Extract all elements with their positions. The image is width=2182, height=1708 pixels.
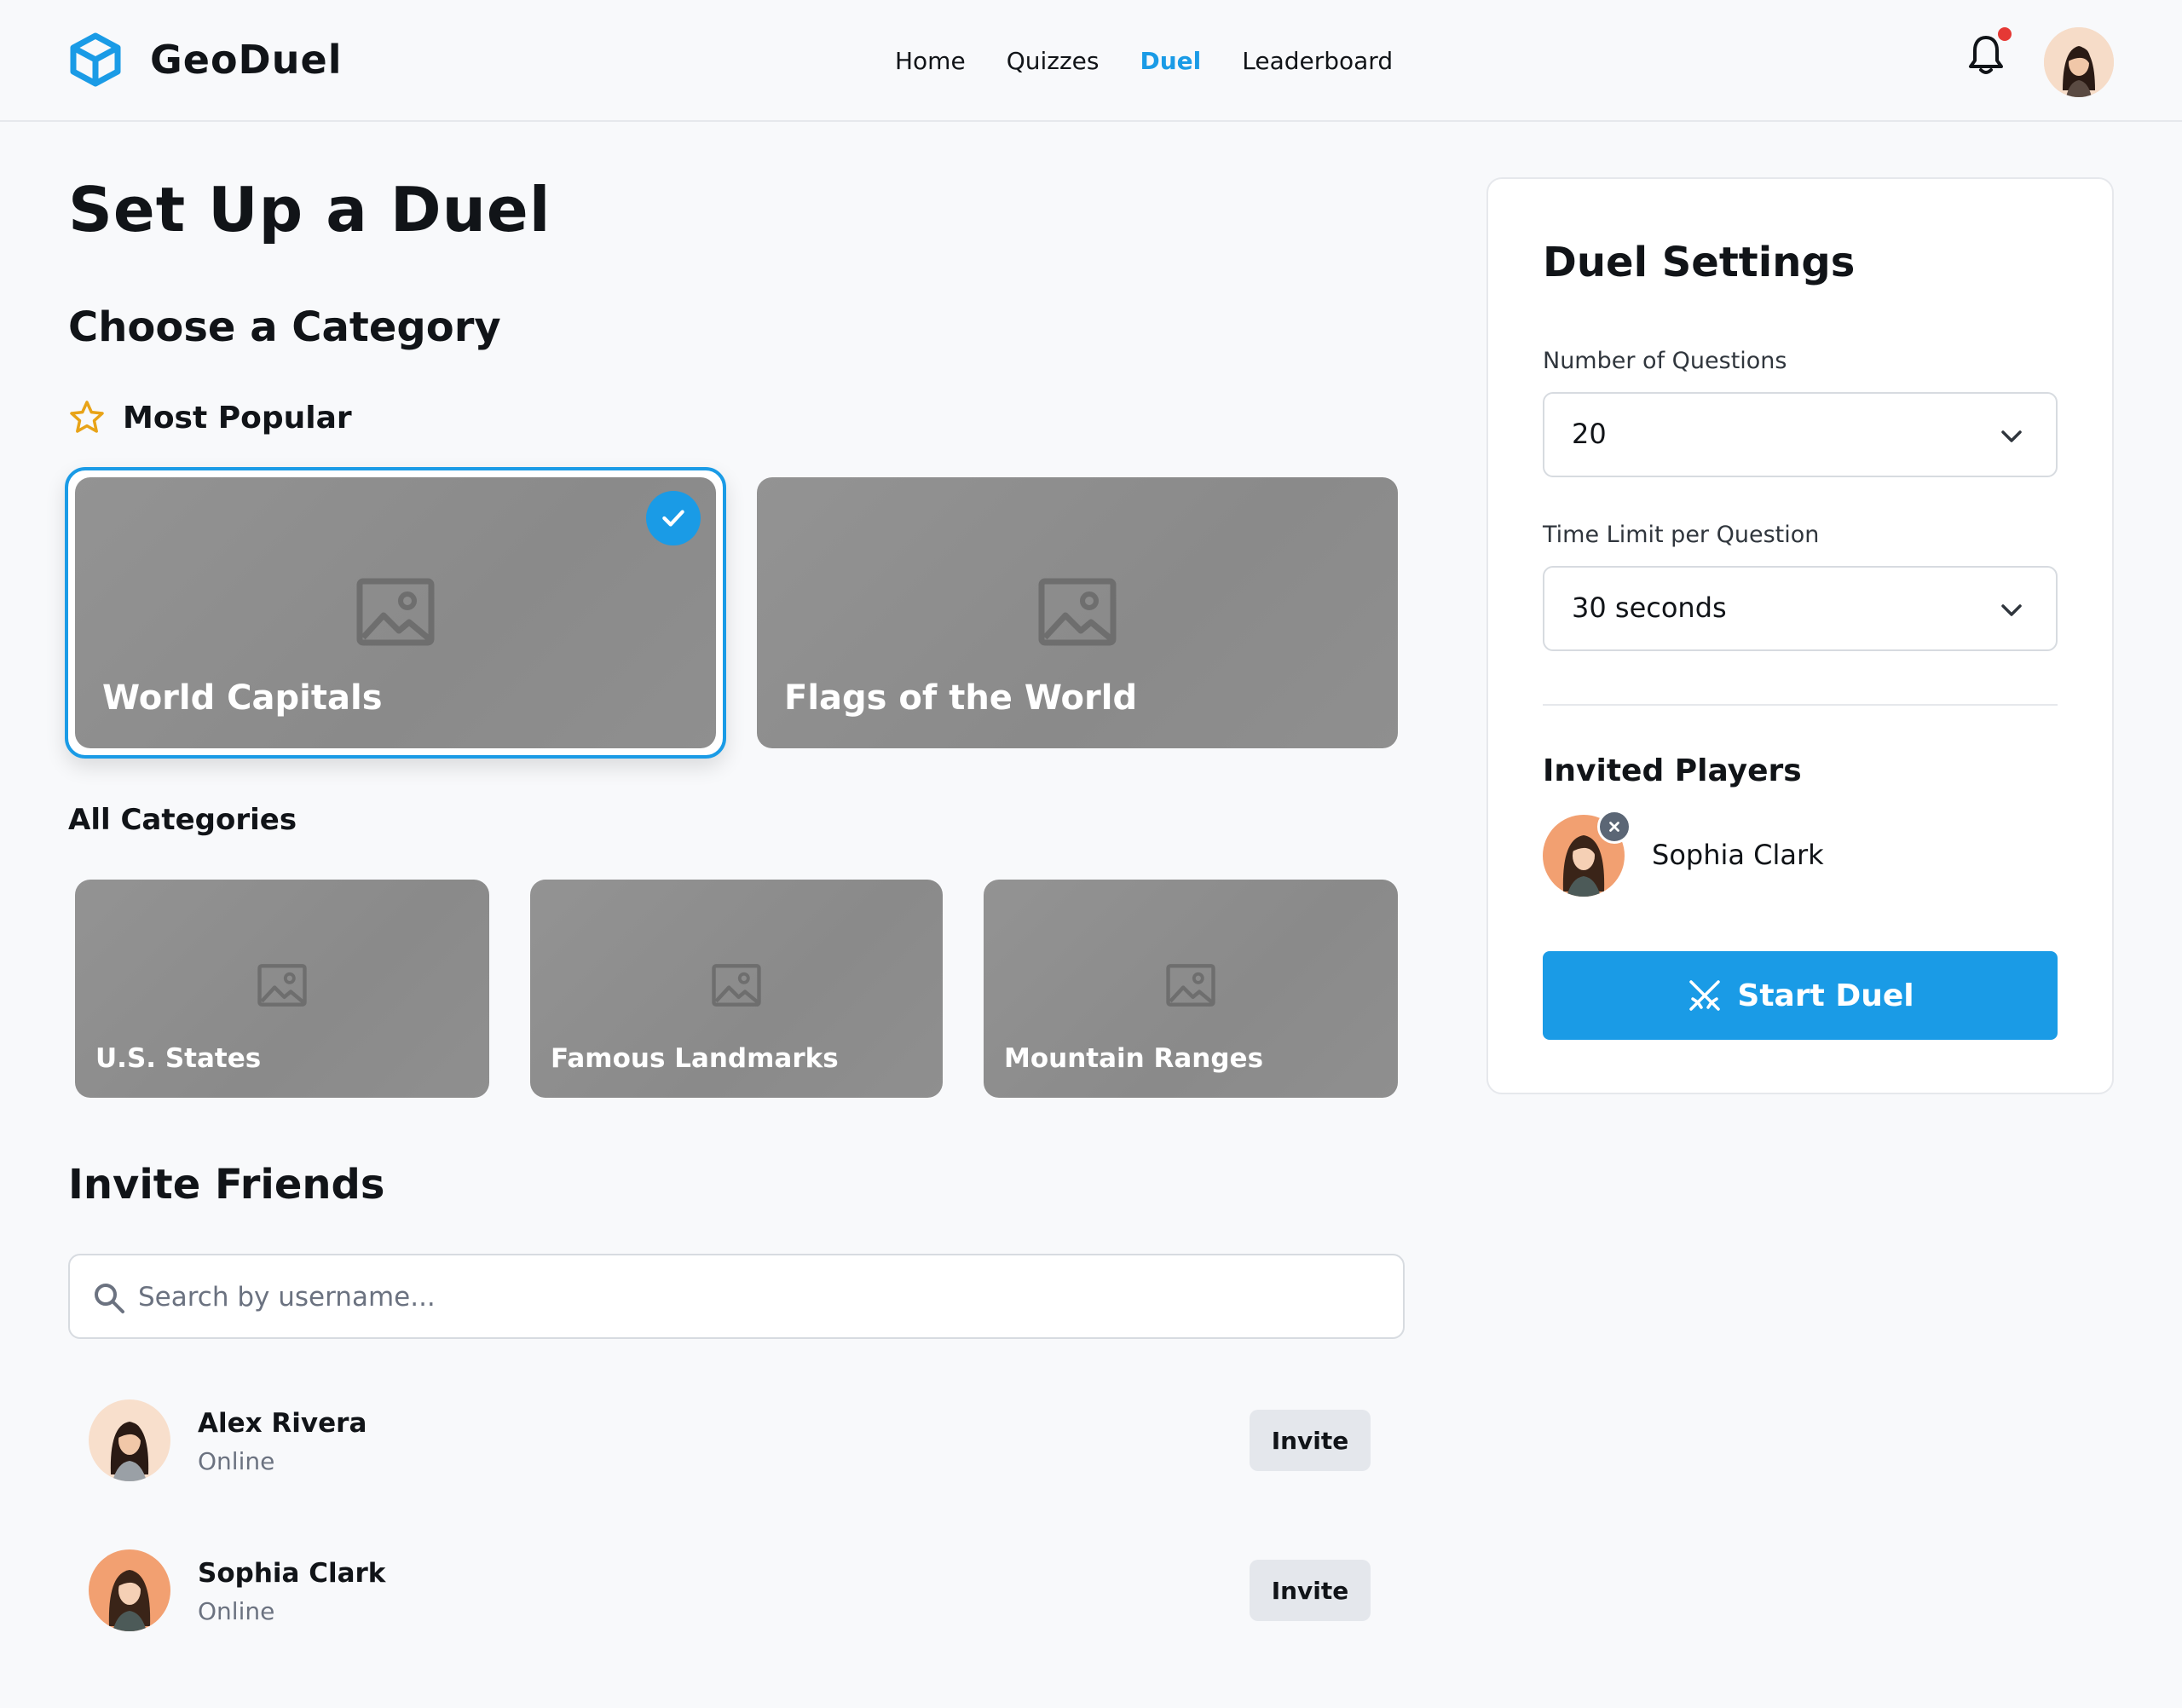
bell-icon[interactable] <box>1967 32 2005 77</box>
friend-status: Online <box>198 1447 275 1475</box>
card-label: Mountain Ranges <box>1004 1043 1264 1074</box>
app-name: GeoDuel <box>150 37 343 83</box>
nav-quizzes[interactable]: Quizzes <box>1007 44 1100 78</box>
chevron-down-icon <box>2001 430 2022 442</box>
chevron-down-icon <box>2001 604 2022 616</box>
category-card-us-states[interactable]: U.S. States <box>75 880 489 1098</box>
search-icon <box>95 1284 124 1313</box>
start-duel-button[interactable]: Start Duel <box>1543 951 2058 1040</box>
all-categories-heading: All Categories <box>68 803 297 837</box>
image-placeholder-icon <box>1166 964 1215 1007</box>
remove-player-close-icon[interactable] <box>1597 810 1631 844</box>
image-placeholder-icon <box>257 964 307 1007</box>
search-input[interactable] <box>138 1272 1365 1322</box>
invite-button[interactable]: Invite <box>1250 1560 1371 1621</box>
category-card-mountain-ranges[interactable]: Mountain Ranges <box>984 880 1398 1098</box>
image-placeholder-icon <box>1038 578 1117 646</box>
cube-logo-icon <box>70 32 121 87</box>
choose-category-heading: Choose a Category <box>68 303 501 351</box>
questions-label: Number of Questions <box>1543 348 1787 374</box>
nav-leaderboard[interactable]: Leaderboard <box>1242 44 1393 78</box>
swords-icon <box>1689 980 1721 1011</box>
card-label: Flags of the World <box>784 678 1138 718</box>
page-title: Set Up a Duel <box>68 174 551 245</box>
nav-home[interactable]: Home <box>895 44 966 78</box>
notification-dot <box>1998 27 2012 41</box>
time-limit-value: 30 seconds <box>1572 591 1727 624</box>
top-header: GeoDuel Home Quizzes Duel Leaderboard <box>0 0 2182 122</box>
duel-settings-title: Duel Settings <box>1543 239 1856 286</box>
friend-name: Alex Rivera <box>198 1408 367 1439</box>
invite-friends-heading: Invite Friends <box>68 1161 385 1209</box>
friend-status: Online <box>198 1597 275 1625</box>
duel-settings-panel: Duel Settings Number of Questions 20 Tim… <box>1486 177 2114 1094</box>
invite-button[interactable]: Invite <box>1250 1410 1371 1471</box>
friend-search-box <box>68 1254 1405 1339</box>
invited-players-heading: Invited Players <box>1543 753 1802 788</box>
friend-avatar <box>89 1399 170 1481</box>
category-card-famous-landmarks[interactable]: Famous Landmarks <box>530 880 943 1098</box>
main-nav: Home Quizzes Duel Leaderboard <box>895 44 1434 78</box>
time-limit-label: Time Limit per Question <box>1543 522 1820 548</box>
friend-row: Alex Rivera Online Invite <box>89 1399 1371 1485</box>
user-avatar[interactable] <box>2044 27 2114 97</box>
card-label: U.S. States <box>95 1043 262 1074</box>
card-label: Famous Landmarks <box>551 1043 839 1074</box>
divider <box>1543 704 2058 706</box>
image-placeholder-icon <box>356 578 435 646</box>
start-duel-label: Start Duel <box>1737 978 1914 1013</box>
time-limit-select[interactable]: 30 seconds <box>1543 566 2058 651</box>
image-placeholder-icon <box>712 964 761 1007</box>
category-card-world-capitals[interactable]: World Capitals <box>75 477 716 748</box>
card-label: World Capitals <box>102 678 383 718</box>
star-icon <box>70 401 104 433</box>
questions-value: 20 <box>1572 418 1607 450</box>
invited-player-name: Sophia Clark <box>1652 839 1824 871</box>
category-card-flags-of-the-world[interactable]: Flags of the World <box>757 477 1398 748</box>
nav-duel[interactable]: Duel <box>1140 44 1201 78</box>
questions-select[interactable]: 20 <box>1543 392 2058 477</box>
most-popular-label: Most Popular <box>123 400 352 436</box>
most-popular-heading: Most Popular <box>68 399 352 436</box>
friend-row: Sophia Clark Online Invite <box>89 1549 1371 1635</box>
friend-name: Sophia Clark <box>198 1558 386 1589</box>
selected-check-icon <box>646 491 701 545</box>
friend-avatar <box>89 1549 170 1631</box>
app-logo[interactable]: GeoDuel <box>68 32 342 87</box>
